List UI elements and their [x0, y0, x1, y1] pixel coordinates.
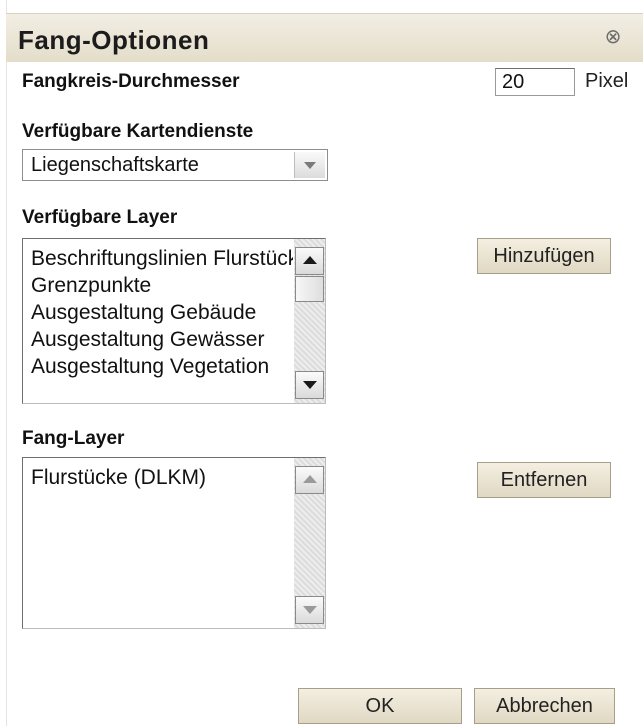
map-services-selected-value: Liegenschaftskarte — [31, 154, 199, 176]
list-item[interactable]: Ausgestaltung Gebäude — [23, 299, 293, 326]
snap-radius-unit: Pixel — [585, 70, 629, 92]
scroll-up-icon[interactable] — [295, 247, 324, 275]
scroll-up-icon[interactable] — [295, 466, 324, 494]
available-layers-scrollbar[interactable] — [294, 239, 325, 403]
snap-options-dialog: Fang-Optionen ⊗ Fangkreis-Durchmesser Pi… — [0, 0, 643, 726]
available-layers-list[interactable]: Beschriftungslinien Flurstücke Grenzpunk… — [22, 238, 326, 404]
add-layer-button[interactable]: Hinzufügen — [477, 238, 611, 274]
scrollbar-thumb[interactable] — [295, 276, 324, 302]
map-services-label: Verfügbare Kartendienste — [22, 121, 254, 142]
remove-layer-button[interactable]: Entfernen — [477, 462, 611, 498]
snap-layers-list[interactable]: Flurstücke (DLKM) — [22, 457, 326, 629]
map-services-select[interactable]: Liegenschaftskarte — [22, 149, 328, 181]
list-item[interactable]: Ausgestaltung Gewässer — [23, 326, 293, 353]
dialog-title: Fang-Optionen — [18, 25, 210, 55]
scroll-down-icon[interactable] — [295, 596, 324, 624]
scroll-down-icon[interactable] — [295, 371, 324, 399]
list-item[interactable]: Ausgestaltung Vegetation — [23, 353, 293, 380]
snap-radius-input[interactable] — [495, 68, 575, 96]
snap-layers-scrollbar[interactable] — [294, 458, 325, 628]
dialog-title-bar[interactable]: Fang-Optionen ⊗ — [6, 13, 643, 62]
close-icon[interactable]: ⊗ — [601, 25, 625, 49]
list-item[interactable]: Grenzpunkte — [23, 272, 293, 299]
ok-button[interactable]: OK — [298, 688, 462, 724]
cancel-button[interactable]: Abbrechen — [474, 688, 615, 724]
available-layers-label: Verfügbare Layer — [22, 207, 178, 228]
list-item[interactable]: Flurstücke (DLKM) — [23, 464, 293, 491]
chevron-down-icon[interactable] — [294, 152, 325, 178]
list-item[interactable]: Beschriftungslinien Flurstücke — [23, 245, 293, 272]
snap-layers-label: Fang-Layer — [22, 428, 125, 449]
snap-radius-label: Fangkreis-Durchmesser — [22, 71, 240, 92]
